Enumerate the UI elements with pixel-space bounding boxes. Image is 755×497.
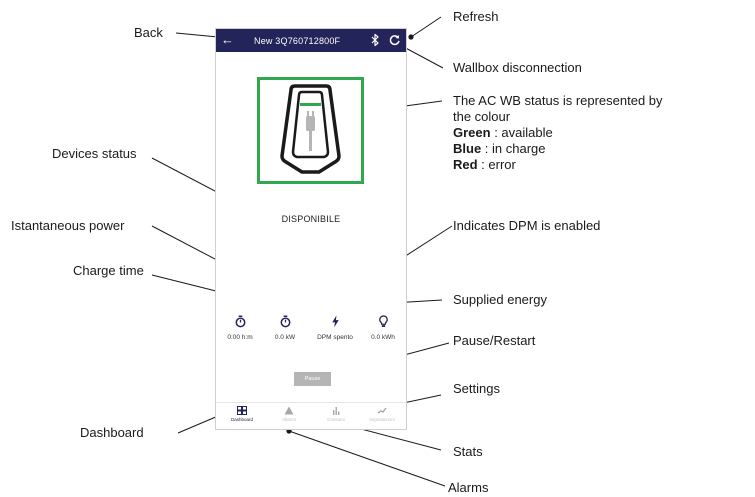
callout-green: Green : available xyxy=(453,125,663,141)
callout-charge-time: Charge time xyxy=(73,263,144,278)
lightning-icon xyxy=(331,315,339,328)
bottom-navigation: Dashboard Allarmi Consumi Impostazioni xyxy=(216,402,406,431)
power-stat: 0.0 kW xyxy=(262,315,308,341)
stopwatch-icon xyxy=(235,315,245,328)
nav-stats[interactable]: Consumi xyxy=(313,406,359,422)
nav-dashboard-label: Dashboard xyxy=(230,417,253,422)
callout-status-line1: The AC WB status is represented by xyxy=(453,93,663,108)
callout-dashboard: Dashboard xyxy=(80,425,144,440)
nav-alarms-label: Allarmi xyxy=(282,417,296,422)
callout-red-label: Red xyxy=(453,157,478,172)
dpm-stat: DPM spento xyxy=(312,315,358,341)
callout-back: Back xyxy=(134,25,163,40)
callout-blue: Blue : in charge xyxy=(453,141,663,157)
energy-value: 0.0 kWh xyxy=(371,334,395,341)
callout-settings: Settings xyxy=(453,381,500,396)
callout-power: Istantaneous power xyxy=(11,218,125,233)
refresh-icon[interactable] xyxy=(388,33,401,47)
settings-icon xyxy=(377,407,387,414)
callout-status-colour: The AC WB status is represented by the c… xyxy=(453,93,663,173)
app-screen: ← New 3Q760712800F DISPONIBILE 0:00 h:m xyxy=(215,28,407,430)
callout-dpm: Indicates DPM is enabled xyxy=(453,218,601,233)
bluetooth-icon[interactable] xyxy=(371,33,380,47)
energy-stat: 0.0 kWh xyxy=(360,315,406,341)
callout-disconnection: Wallbox disconnection xyxy=(453,60,582,75)
pause-button[interactable]: Pause xyxy=(294,372,331,386)
nav-settings[interactable]: Impostazioni xyxy=(359,406,405,422)
dashboard-icon xyxy=(237,406,247,415)
callout-devices-status: Devices status xyxy=(52,146,137,161)
nav-dashboard[interactable]: Dashboard xyxy=(219,406,265,422)
callout-status-line2: the colour xyxy=(453,109,511,124)
power-value: 0.0 kW xyxy=(274,334,296,341)
charge-time-value: 0:00 h:m xyxy=(227,334,253,341)
callout-alarms: Alarms xyxy=(448,480,489,495)
callout-refresh: Refresh xyxy=(453,9,499,24)
nav-alarms[interactable]: Allarmi xyxy=(266,406,312,422)
stopwatch-icon xyxy=(280,315,290,328)
nav-settings-label: Impostazioni xyxy=(369,417,395,422)
callout-blue-desc: : in charge xyxy=(481,141,546,156)
nav-stats-label: Consumi xyxy=(327,417,345,422)
bulb-icon xyxy=(378,315,388,327)
callout-pause: Pause/Restart xyxy=(453,333,536,348)
warning-icon xyxy=(284,406,294,415)
callout-green-label: Green xyxy=(453,125,491,140)
back-arrow-icon[interactable]: ← xyxy=(221,32,234,48)
callout-red-desc: : error xyxy=(477,157,516,172)
dpm-value: DPM spento xyxy=(317,334,353,341)
callout-green-desc: : available xyxy=(490,125,553,140)
bar-chart-icon xyxy=(333,407,340,415)
app-header: ← New 3Q760712800F xyxy=(216,29,406,52)
charge-time-stat: 0:00 h:m xyxy=(217,315,263,341)
device-status-text: DISPONIBILE xyxy=(281,214,341,224)
callout-blue-label: Blue xyxy=(453,141,482,156)
callout-stats: Stats xyxy=(453,444,483,459)
device-title: New 3Q760712800F xyxy=(254,36,341,46)
callout-energy: Supplied energy xyxy=(453,292,547,307)
wallbox-status-frame xyxy=(257,77,364,184)
wallbox-icon xyxy=(280,84,341,174)
callout-red: Red : error xyxy=(453,157,663,173)
